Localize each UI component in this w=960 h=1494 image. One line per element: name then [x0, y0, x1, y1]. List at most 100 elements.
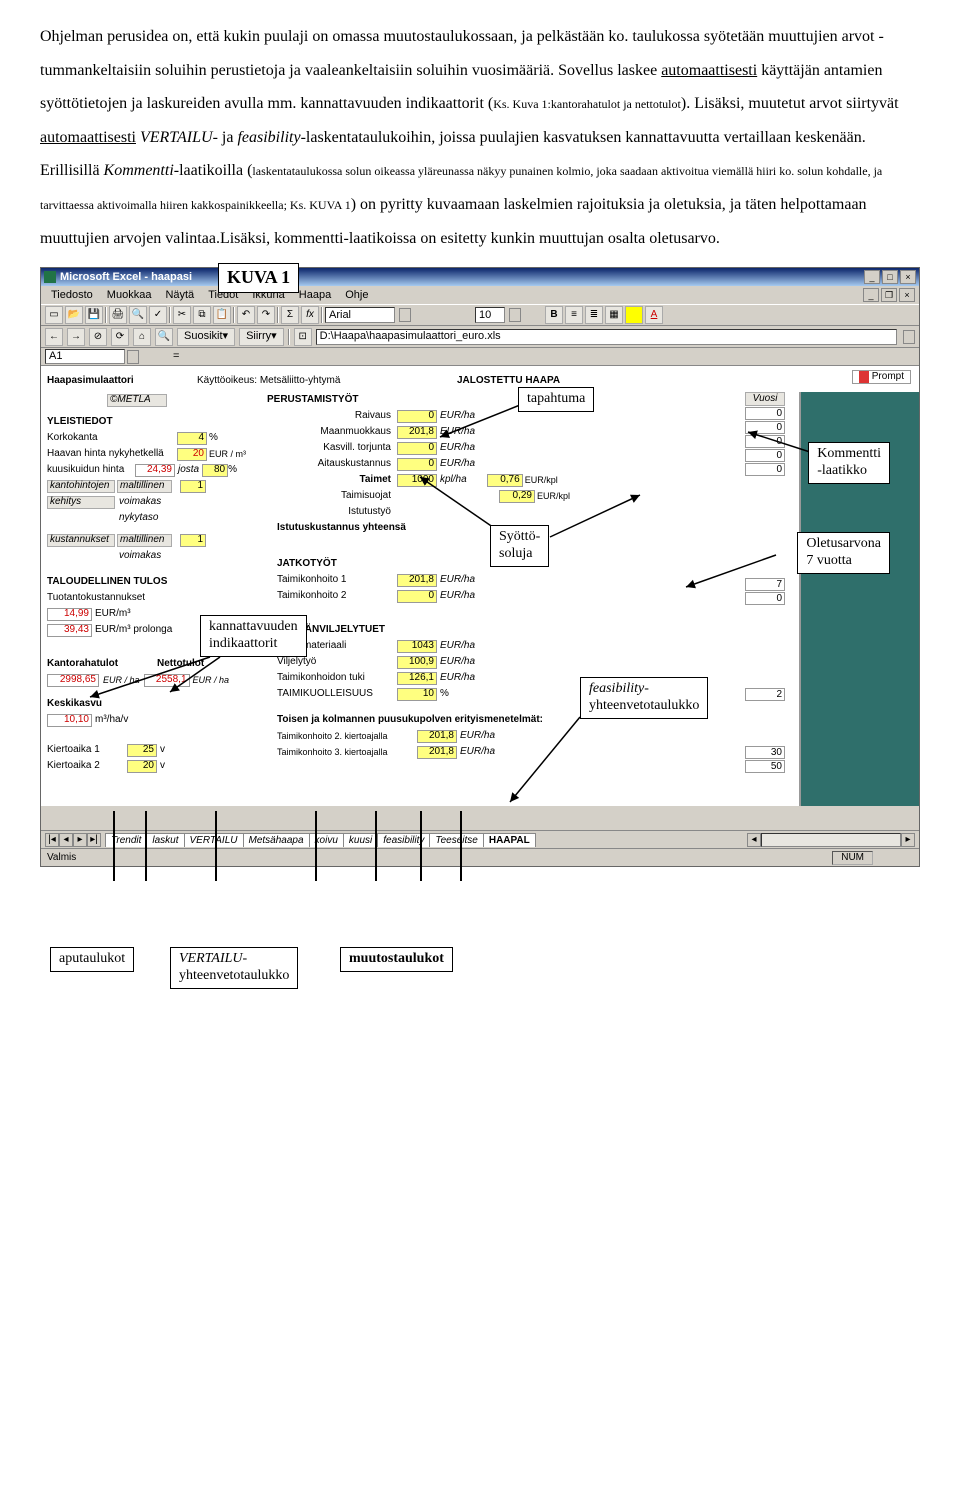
input-cell[interactable]: 0 [397, 590, 437, 603]
output-cell: 10,10 [47, 714, 92, 727]
input-cell[interactable]: 20 [127, 760, 157, 773]
folder-icon[interactable]: ⊡ [294, 328, 312, 346]
callout-kannattavuus: kannattavuuden indikaattorit [200, 615, 307, 657]
input-cell[interactable]: 10 [397, 688, 437, 701]
prompt-button[interactable]: Prompt [852, 370, 911, 384]
menu-haapa[interactable]: Haapa [293, 289, 337, 302]
tab-nav-next[interactable]: ▸ [73, 833, 87, 847]
bold-icon[interactable]: B [545, 306, 563, 324]
tab-nav-prev[interactable]: ◂ [59, 833, 73, 847]
menu-ohje[interactable]: Ohje [339, 289, 374, 302]
output-cell: 30 [745, 746, 785, 759]
doc-close-button[interactable]: × [899, 288, 915, 302]
dropdown-icon[interactable] [509, 308, 521, 322]
sheet-tab[interactable]: koivu [309, 833, 344, 847]
home-icon[interactable]: ⌂ [133, 328, 151, 346]
menu-tiedosto[interactable]: Tiedosto [45, 289, 99, 302]
italic-text: Kommentti [104, 162, 174, 179]
go-button[interactable]: Siirry ▾ [239, 328, 284, 346]
favorites-label: Suosikit [184, 330, 223, 343]
tab-nav-first[interactable]: |◂ [45, 833, 59, 847]
dropdown-icon[interactable] [903, 330, 915, 344]
input-cell[interactable]: 201,8 [417, 746, 457, 759]
section-heading: JATKOTYÖT [277, 558, 337, 570]
unit-label: EUR/kpl [525, 475, 558, 486]
unit-label: EUR/ha [440, 574, 475, 586]
back-icon[interactable]: ← [45, 328, 63, 346]
border-icon[interactable]: ▦ [605, 306, 623, 324]
align-icon[interactable]: ≡ [565, 306, 583, 324]
open-icon[interactable]: 📂 [65, 306, 83, 324]
license-text: Käyttöoikeus: Metsäliitto-yhtymä [197, 375, 397, 387]
preview-icon[interactable]: 🔍 [129, 306, 147, 324]
tab-nav-last[interactable]: ▸| [87, 833, 101, 847]
refresh-icon[interactable]: ⟳ [111, 328, 129, 346]
sheet-tab[interactable]: laskut [146, 833, 184, 847]
cut-icon[interactable]: ✂ [173, 306, 191, 324]
input-cell[interactable]: 1 [180, 480, 206, 493]
callout-syotto: Syöttö- soluja [490, 525, 549, 567]
undo-icon[interactable]: ↶ [237, 306, 255, 324]
new-icon[interactable]: ▭ [45, 306, 63, 324]
favorites-button[interactable]: Suosikit ▾ [177, 328, 235, 346]
underline-text: automaattisesti [40, 129, 136, 146]
connector-line [215, 811, 217, 881]
address-field[interactable]: D:\Haapa\haapasimulaattori_euro.xls [316, 329, 897, 345]
redo-icon[interactable]: ↷ [257, 306, 275, 324]
copy-icon[interactable]: ⧉ [193, 306, 211, 324]
field-label: Raivaus [277, 410, 397, 422]
forward-icon[interactable]: → [67, 328, 85, 346]
sheet-tab[interactable]: Metsähaapa [243, 833, 310, 847]
align-icon[interactable]: ≣ [585, 306, 603, 324]
fx-icon[interactable]: fx [301, 306, 319, 324]
font-color-icon[interactable]: A [645, 306, 663, 324]
sheet-tab[interactable]: VERTAILU [184, 833, 244, 847]
input-cell[interactable]: 20 [177, 448, 207, 461]
sum-icon[interactable]: Σ [281, 306, 299, 324]
input-cell[interactable]: 201,8 [397, 574, 437, 587]
menu-muokkaa[interactable]: Muokkaa [101, 289, 158, 302]
save-icon[interactable]: 💾 [85, 306, 103, 324]
spell-icon[interactable]: ✓ [149, 306, 167, 324]
dropdown-icon[interactable] [399, 308, 411, 322]
sheet-tab[interactable]: Teeseitse [429, 833, 483, 847]
font-combo[interactable]: Arial [325, 307, 395, 323]
minimize-button[interactable]: _ [864, 270, 880, 284]
doc-restore-button[interactable]: ❐ [881, 288, 897, 302]
fill-color-icon[interactable] [625, 306, 643, 324]
input-cell[interactable]: 80 [202, 464, 228, 477]
scroll-right-button[interactable]: ▸ [901, 833, 915, 847]
unit-label: % [209, 432, 218, 444]
dropdown-icon[interactable] [127, 350, 139, 364]
italic-text: VERTAILU [136, 129, 213, 146]
arrow-icon [500, 712, 590, 812]
fontsize-combo[interactable]: 10 [475, 307, 505, 323]
sheet-tab[interactable]: kuusi [343, 833, 378, 847]
sheet-tab-active[interactable]: HAAPAL [483, 833, 536, 847]
input-cell[interactable]: 100,9 [397, 656, 437, 669]
close-button[interactable]: × [900, 270, 916, 284]
input-cell[interactable]: 25 [127, 744, 157, 757]
sheet-tab[interactable]: Trendit [105, 833, 147, 847]
scrollbar[interactable] [761, 833, 901, 847]
field-label: Korkokanta [47, 432, 177, 444]
input-cell[interactable]: 201,8 [417, 730, 457, 743]
callout-kuva1: KUVA 1 [218, 263, 299, 293]
sheet-tab[interactable]: feasibility [377, 833, 430, 847]
name-box[interactable]: A1 [45, 349, 125, 364]
input-cell[interactable]: 1 [180, 534, 206, 547]
maximize-button[interactable]: □ [882, 270, 898, 284]
unit-label: EUR/ha [440, 640, 475, 652]
print-icon[interactable]: 🖨 [109, 306, 127, 324]
menu-nayta[interactable]: Näytä [159, 289, 200, 302]
num-indicator: NUM [832, 851, 873, 865]
input-cell[interactable]: 126,1 [397, 672, 437, 685]
para-text: -laatikoilla ( [174, 162, 253, 179]
scroll-left-button[interactable]: ◂ [747, 833, 761, 847]
search-icon[interactable]: 🔍 [155, 328, 173, 346]
input-cell[interactable]: 1043 [397, 640, 437, 653]
paste-icon[interactable]: 📋 [213, 306, 231, 324]
doc-minimize-button[interactable]: _ [863, 288, 879, 302]
input-cell[interactable]: 4 [177, 432, 207, 445]
stop-icon[interactable]: ⊘ [89, 328, 107, 346]
